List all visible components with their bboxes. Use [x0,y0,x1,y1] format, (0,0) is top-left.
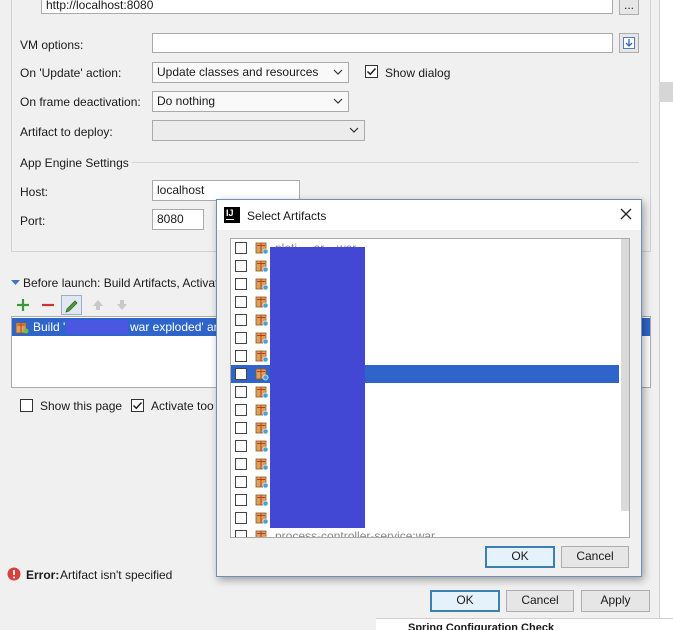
artifact-icon [255,242,269,255]
artifact-icon [255,458,269,471]
show-this-page-checkbox[interactable] [20,399,33,412]
artifact-icon [255,314,269,327]
error-message: Artifact isn't specified [60,568,173,582]
dialog-cancel-button[interactable]: Cancel [561,546,629,568]
vm-options-label: VM options: [20,38,84,52]
artifact-checkbox[interactable] [235,278,247,290]
on-update-label: On 'Update' action: [20,66,122,80]
artifact-checkbox[interactable] [235,404,247,416]
artifact-checkbox[interactable] [235,458,247,470]
show-dialog-label: Show dialog [385,66,451,80]
artifact-checkbox[interactable] [235,476,247,488]
artifact-icon [255,422,269,435]
artifact-build-icon [15,322,29,334]
server-url-field[interactable]: http://localhost:8080 [41,0,613,14]
chevron-down-icon [333,69,343,75]
move-up-icon[interactable] [91,298,105,312]
show-this-page-label: Show this page [40,399,123,413]
artifact-icon [255,512,269,525]
artifact-icon [255,296,269,309]
artifact-row[interactable]: process-controller-service:war [231,527,619,538]
artifact-checkbox[interactable] [235,512,247,524]
before-launch-title: Before launch: Build Artifacts, Activate [23,276,226,290]
redaction-block [270,247,365,528]
on-frame-value: Do nothing [157,94,216,108]
vm-options-expand-button[interactable] [619,33,639,53]
background-window-strip [659,82,673,102]
dialog-ok-button[interactable]: OK [485,546,555,568]
checkmark-icon [366,67,377,76]
expand-triangle-icon[interactable] [11,278,20,287]
artifact-icon [255,332,269,345]
ok-button[interactable]: OK [430,590,500,612]
artifact-checkbox[interactable] [235,242,247,254]
artifact-icon [255,350,269,363]
scrollbar[interactable] [621,239,629,511]
artifact-checkbox[interactable] [235,386,247,398]
expand-icon [623,37,635,49]
bottom-tool-strip: Spring Configuration Check [376,618,673,630]
host-label: Host: [20,185,49,199]
artifact-icon [255,386,269,399]
artifact-icon [255,530,267,537]
intellij-icon: IJ [224,207,240,223]
cancel-button[interactable]: Cancel [506,590,574,612]
move-down-icon[interactable] [115,298,129,312]
artifact-checkbox[interactable] [235,314,247,326]
checkmark-icon [132,401,143,410]
app-engine-section-title: App Engine Settings [20,156,129,170]
dialog-titlebar[interactable]: IJ Select Artifacts [217,200,641,230]
show-dialog-checkbox[interactable] [365,65,378,78]
error-label: Error: [26,568,60,582]
artifact-icon [255,476,269,489]
apply-button[interactable]: Apply [581,590,650,612]
vm-options-field[interactable] [152,33,613,53]
on-frame-select[interactable]: Do nothing [152,91,349,112]
port-label: Port: [20,214,46,228]
on-update-select[interactable]: Update classes and resources [152,62,349,83]
artifact-checkbox[interactable] [235,440,247,452]
on-frame-label: On frame deactivation: [20,95,141,109]
activate-tool-label: Activate too [151,399,214,413]
remove-icon[interactable] [41,298,55,312]
redacted-block [66,320,128,334]
artifact-checkbox[interactable] [235,332,247,344]
artifact-icon [255,260,269,273]
chevron-down-icon [349,127,359,133]
artifact-checkbox[interactable] [235,350,247,362]
on-update-value: Update classes and resources [157,65,319,79]
host-field[interactable]: localhost [152,180,300,201]
pencil-icon [65,300,78,313]
server-url-browse-button[interactable]: ... [619,0,639,15]
artifact-checkbox[interactable] [235,494,247,506]
section-divider [132,162,639,163]
activate-tool-checkbox[interactable] [131,399,144,412]
dialog-title: Select Artifacts [247,209,327,223]
artifact-checkbox[interactable] [235,422,247,434]
error-icon [7,567,21,581]
artifact-icon [255,404,269,417]
artifact-checkbox[interactable] [235,296,247,308]
port-field[interactable]: 8080 [152,209,204,230]
chevron-down-icon [333,98,343,104]
artifact-checkbox[interactable] [235,368,247,380]
bottom-snippet-text: Spring Configuration Check [408,622,555,630]
artifact-checkbox[interactable] [235,530,247,537]
close-icon[interactable] [620,208,632,220]
artifact-checkbox[interactable] [235,260,247,272]
artifact-name: process-controller-service:war [275,529,436,538]
before-launch-task-suffix: war exploded' art [130,320,222,334]
before-launch-task-prefix: Build ' [33,320,66,334]
artifact-icon [255,440,269,453]
artifact-label: Artifact to deploy: [20,125,113,139]
artifact-select[interactable] [152,120,365,141]
edit-button[interactable] [61,295,82,315]
artifact-icon [255,278,269,291]
artifact-icon [255,368,269,381]
artifact-icon [255,494,269,507]
add-icon[interactable] [16,298,30,312]
